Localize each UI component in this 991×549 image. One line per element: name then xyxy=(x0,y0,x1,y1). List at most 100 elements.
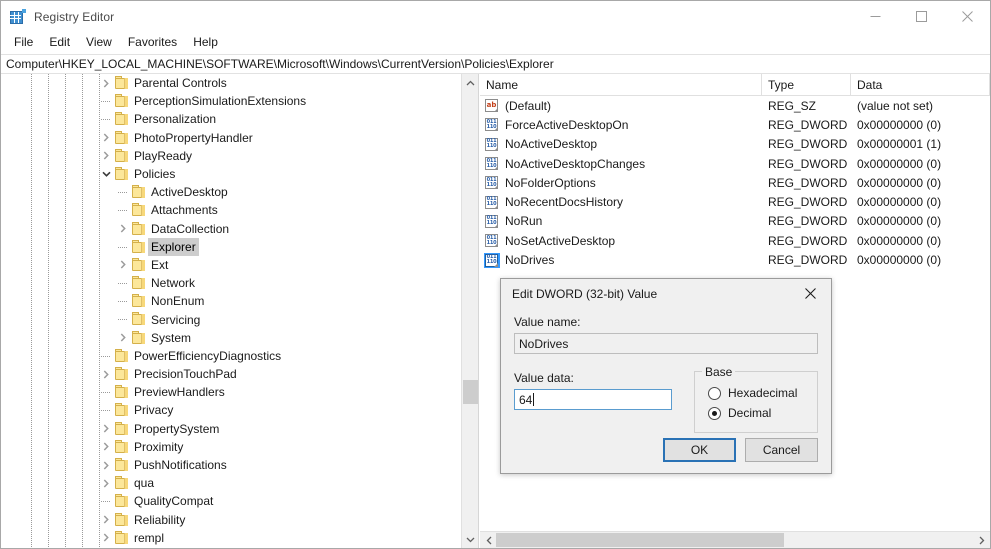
minimize-button[interactable] xyxy=(852,1,898,32)
chevron-right-icon[interactable] xyxy=(99,365,113,383)
tree-item-perceptionsimulationextensions[interactable]: PerceptionSimulationExtensions xyxy=(1,92,461,110)
tree-item-reliability[interactable]: Reliability xyxy=(1,511,461,529)
scroll-left-icon[interactable] xyxy=(480,532,497,548)
tree-item-qualitycompat[interactable]: QualityCompat xyxy=(1,492,461,510)
table-row[interactable]: 011 110 NoFolderOptions REG_DWORD 0x00000000… xyxy=(480,173,990,192)
tree-item-activedesktop[interactable]: ActiveDesktop xyxy=(1,183,461,201)
tree-item-attachments[interactable]: Attachments xyxy=(1,201,461,219)
menu-item-view[interactable]: View xyxy=(78,33,120,53)
tree-item-system[interactable]: System xyxy=(1,329,461,347)
chevron-right-icon[interactable] xyxy=(99,129,113,147)
chevron-right-icon[interactable] xyxy=(99,474,113,492)
value-data-field[interactable]: 64 xyxy=(514,389,672,410)
tree-item-policies[interactable]: Policies xyxy=(1,165,461,183)
tree-item-rempl[interactable]: rempl xyxy=(1,529,461,547)
cell-data: 0x00000000 (0) xyxy=(857,195,942,210)
dword-value-icon: 011 110 xyxy=(485,176,498,190)
tree-item-servicing[interactable]: Servicing xyxy=(1,310,461,328)
scroll-right-icon[interactable] xyxy=(973,532,990,548)
folder-icon xyxy=(115,385,130,399)
folder-icon xyxy=(115,439,130,453)
value-data-label: Value data: xyxy=(514,371,574,385)
dialog-close-button[interactable] xyxy=(789,279,831,308)
cancel-button[interactable]: Cancel xyxy=(745,438,818,462)
tree-item-datacollection[interactable]: DataCollection xyxy=(1,220,461,238)
column-header-data[interactable]: Data xyxy=(851,74,990,95)
scroll-up-icon[interactable] xyxy=(462,74,478,91)
tree-item-proximity[interactable]: Proximity xyxy=(1,438,461,456)
tree-item-ext[interactable]: Ext xyxy=(1,256,461,274)
chevron-right-icon[interactable] xyxy=(99,511,113,529)
tree-vertical-scrollbar[interactable] xyxy=(461,74,478,548)
tree-item-pushnotifications[interactable]: PushNotifications xyxy=(1,456,461,474)
table-row[interactable]: ab (Default) REG_SZ (value not set) xyxy=(480,96,990,115)
close-button[interactable] xyxy=(944,1,990,32)
tree-item-label: Explorer xyxy=(148,237,199,256)
folder-icon xyxy=(115,348,130,362)
chevron-right-icon[interactable] xyxy=(99,456,113,474)
menu-item-edit[interactable]: Edit xyxy=(41,33,78,53)
text-caret xyxy=(533,393,535,406)
tree-item-parental-controls[interactable]: Parental Controls xyxy=(1,74,461,92)
tree-connector xyxy=(101,101,111,103)
column-header-name[interactable]: Name xyxy=(480,74,762,95)
folder-icon xyxy=(132,239,147,253)
value-name-field[interactable]: NoDrives xyxy=(514,333,818,354)
menu-item-help[interactable]: Help xyxy=(185,33,226,53)
tree-item-powerefficiencydiagnostics[interactable]: PowerEfficiencyDiagnostics xyxy=(1,347,461,365)
folder-icon xyxy=(115,512,130,526)
tree-item-personalization[interactable]: Personalization xyxy=(1,110,461,128)
tree-item-propertysystem[interactable]: PropertySystem xyxy=(1,420,461,438)
folder-icon xyxy=(132,312,147,326)
chevron-right-icon[interactable] xyxy=(99,438,113,456)
tree-item-label: Proximity xyxy=(134,439,184,454)
registry-tree[interactable]: Parental Controls PerceptionSimulationExt… xyxy=(1,74,461,548)
chevron-right-icon[interactable] xyxy=(99,147,113,165)
tree-scroll-thumb[interactable] xyxy=(463,380,478,404)
maximize-button[interactable] xyxy=(898,1,944,32)
radio-decimal[interactable]: Decimal xyxy=(708,403,817,423)
chevron-right-icon[interactable] xyxy=(116,329,130,347)
chevron-right-icon[interactable] xyxy=(99,529,113,547)
chevron-right-icon[interactable] xyxy=(116,220,130,238)
scroll-down-icon[interactable] xyxy=(462,531,478,548)
values-scroll-thumb[interactable] xyxy=(496,533,784,547)
tree-item-qua[interactable]: qua xyxy=(1,474,461,492)
chevron-right-icon[interactable] xyxy=(99,420,113,438)
table-row[interactable]: 011 110 ForceActiveDesktopOn REG_DWORD 0x000… xyxy=(480,115,990,134)
base-fieldset: Base Hexadecimal Decimal xyxy=(694,365,818,433)
chevron-right-icon[interactable] xyxy=(116,256,130,274)
cell-name: ab (Default) xyxy=(480,98,762,113)
tree-item-label: NonEnum xyxy=(151,294,205,309)
tree-item-privacy[interactable]: Privacy xyxy=(1,401,461,419)
value-name: NoRecentDocsHistory xyxy=(505,195,624,210)
chevron-right-icon[interactable] xyxy=(99,74,113,92)
cell-name: 011 110 NoRecentDocsHistory xyxy=(480,195,762,210)
ok-button[interactable]: OK xyxy=(663,438,736,462)
cell-name: 011 110 NoRun xyxy=(480,214,762,229)
tree-item-nonenum[interactable]: NonEnum xyxy=(1,292,461,310)
menu-item-file[interactable]: File xyxy=(6,33,41,53)
tree-item-network[interactable]: Network xyxy=(1,274,461,292)
tree-item-photopropertyhandler[interactable]: PhotoPropertyHandler xyxy=(1,129,461,147)
tree-item-precisiontouchpad[interactable]: PrecisionTouchPad xyxy=(1,365,461,383)
menu-item-favorites[interactable]: Favorites xyxy=(120,33,185,53)
cell-data: 0x00000000 (0) xyxy=(857,156,942,171)
chevron-down-icon[interactable] xyxy=(99,165,113,183)
cell-type: REG_DWORD xyxy=(768,156,848,171)
table-row[interactable]: 011 110 NoDrives REG_DWORD 0x00000000 (0) xyxy=(480,250,990,269)
radio-hexadecimal[interactable]: Hexadecimal xyxy=(708,383,817,403)
table-row[interactable]: 011 110 NoActiveDesktopChanges REG_DWORD 0x0… xyxy=(480,154,990,173)
tree-item-playready[interactable]: PlayReady xyxy=(1,147,461,165)
tree-item-explorer[interactable]: Explorer xyxy=(1,237,461,256)
column-header-type[interactable]: Type xyxy=(762,74,851,95)
address-bar[interactable]: Computer\HKEY_LOCAL_MACHINE\SOFTWARE\Mic… xyxy=(1,54,990,74)
values-horizontal-scrollbar[interactable] xyxy=(480,531,990,548)
table-row[interactable]: 011 110 NoRecentDocsHistory REG_DWORD 0x0000… xyxy=(480,192,990,211)
folder-icon xyxy=(115,476,130,490)
window-title: Registry Editor xyxy=(34,9,115,24)
table-row[interactable]: 011 110 NoActiveDesktop REG_DWORD 0x00000001… xyxy=(480,135,990,154)
tree-item-previewhandlers[interactable]: PreviewHandlers xyxy=(1,383,461,401)
table-row[interactable]: 011 110 NoSetActiveDesktop REG_DWORD 0x00000… xyxy=(480,231,990,250)
table-row[interactable]: 011 110 NoRun REG_DWORD 0x00000000 (0) xyxy=(480,212,990,231)
